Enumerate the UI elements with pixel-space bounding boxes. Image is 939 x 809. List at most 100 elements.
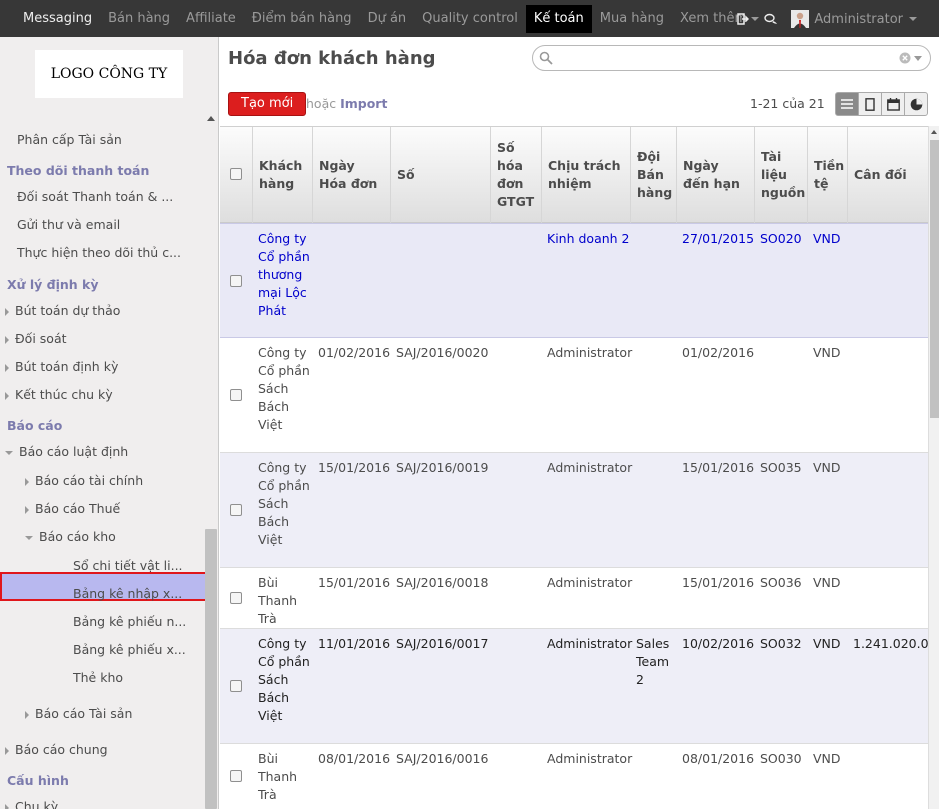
- sidebar-item-11[interactable]: Báo cáo luật định: [5, 444, 128, 459]
- column-header-9[interactable]: Cân đối: [847, 127, 928, 223]
- menu-item-0[interactable]: Messaging: [15, 5, 100, 33]
- caret-right-icon[interactable]: [5, 363, 9, 372]
- cell-7: SO020: [760, 231, 802, 246]
- sidebar-item-18[interactable]: Bảng kê phiếu x...: [73, 642, 186, 657]
- table-row[interactable]: Bùi Thanh Trà 08/01/2016 SAJ/2016/0016 Admi…: [220, 744, 928, 809]
- sidebar-item-label: Đối soát Thanh toán & ...: [17, 189, 174, 204]
- menu-item-1[interactable]: Bán hàng: [100, 5, 178, 33]
- table-row[interactable]: Công ty Cổ phần thương mại Lộc Phát Kinh …: [220, 223, 928, 338]
- column-header-6[interactable]: Ngày đến hạn: [676, 127, 754, 223]
- calendar-view-icon[interactable]: [881, 92, 905, 116]
- cell-7: SO035: [760, 460, 802, 475]
- create-button[interactable]: Tạo mới: [228, 92, 307, 116]
- sidebar-item-9[interactable]: Kết thúc chu kỳ: [5, 387, 113, 402]
- sidebar-item-8[interactable]: Bút toán định kỳ: [5, 359, 118, 374]
- cell-2: SAJ/2016/0018: [396, 575, 489, 590]
- sidebar-item-label: Xử lý định kỳ: [7, 277, 99, 292]
- sidebar-scrollbar[interactable]: [205, 529, 217, 809]
- row-checkbox[interactable]: [230, 504, 242, 516]
- cell-8: VND: [813, 751, 841, 766]
- row-checkbox[interactable]: [230, 389, 242, 401]
- or-label: hoặc: [306, 96, 337, 111]
- table-row[interactable]: Công ty Cổ phần Sách Bách Việt 01/02/2016…: [220, 338, 928, 453]
- search-input[interactable]: [557, 49, 887, 67]
- row-checkbox[interactable]: [230, 275, 242, 287]
- sidebar-item-14[interactable]: Báo cáo kho: [25, 529, 116, 544]
- sidebar-item-16[interactable]: Bảng kê nhập x...: [73, 586, 182, 601]
- column-header-5[interactable]: Đội Bán hàng: [630, 127, 676, 223]
- graph-view-icon[interactable]: [904, 92, 928, 116]
- menu-item-4[interactable]: Dự án: [360, 5, 415, 33]
- cell-6: 27/01/2015: [682, 231, 755, 246]
- scroll-up-icon[interactable]: [931, 130, 937, 134]
- chat-icon[interactable]: [757, 5, 785, 33]
- column-header-1[interactable]: Ngày Hóa đơn: [312, 127, 390, 223]
- menu-item-6[interactable]: Kế toán: [525, 5, 592, 33]
- caret-down-icon[interactable]: [5, 450, 13, 455]
- caret-right-icon[interactable]: [5, 391, 9, 400]
- column-header-label: Đội Bán hàng: [637, 149, 673, 200]
- menu-item-5[interactable]: Quality control: [414, 5, 526, 33]
- sidebar-item-6[interactable]: Bút toán dự thảo: [5, 303, 120, 318]
- table-row[interactable]: Công ty Cổ phần Sách Bách Việt 11/01/2016…: [220, 629, 928, 744]
- sidebar-item-0[interactable]: Phân cấp Tài sản: [17, 132, 122, 147]
- menu-item-3[interactable]: Điểm bán hàng: [244, 5, 360, 33]
- table-scroll-thumb[interactable]: [930, 140, 939, 418]
- form-view-icon[interactable]: [858, 92, 882, 116]
- table-row[interactable]: Công ty Cổ phần Sách Bách Việt 15/01/2016…: [220, 453, 928, 568]
- menu-item-2[interactable]: Affiliate: [178, 5, 244, 33]
- cell-7: SO030: [760, 751, 802, 766]
- column-header-label: Chịu trách nhiệm: [548, 158, 621, 191]
- sidebar-item-label: Báo cáo Tài sản: [35, 706, 133, 721]
- search-box[interactable]: [532, 45, 931, 71]
- select-all-checkbox[interactable]: [230, 168, 242, 180]
- sidebar-item-2[interactable]: Đối soát Thanh toán & ...: [17, 189, 173, 204]
- column-header-label: Ngày Hóa đơn: [319, 158, 378, 191]
- sidebar-item-13[interactable]: Báo cáo Thuế: [25, 501, 120, 516]
- caret-right-icon[interactable]: [5, 746, 9, 755]
- menu-item-7[interactable]: Mua hàng: [592, 5, 672, 33]
- import-link[interactable]: Import: [340, 96, 387, 111]
- row-checkbox[interactable]: [230, 592, 242, 604]
- column-header-2[interactable]: Số: [390, 127, 490, 223]
- caret-right-icon[interactable]: [25, 505, 29, 514]
- row-checkbox[interactable]: [230, 770, 242, 782]
- column-header-0[interactable]: Khách hàng: [252, 127, 312, 223]
- clear-icon[interactable]: [899, 52, 911, 64]
- search-dropdown-icon[interactable]: [914, 56, 922, 61]
- user-menu[interactable]: Administrator: [785, 10, 939, 28]
- row-checkbox[interactable]: [230, 680, 242, 692]
- sidebar-item-17[interactable]: Bảng kê phiếu n...: [73, 614, 186, 629]
- sidebar-item-label: Báo cáo kho: [39, 529, 116, 544]
- sidebar-item-3[interactable]: Gửi thư và email: [17, 217, 120, 232]
- caret-right-icon[interactable]: [25, 477, 29, 486]
- sidebar-item-label: Theo dõi thanh toán: [7, 163, 150, 178]
- cell-6: 01/02/2016: [682, 345, 755, 360]
- logout-icon[interactable]: [729, 5, 757, 33]
- main-content: Hóa đơn khách hàng Tạo mới hoặc Import 1…: [220, 37, 939, 809]
- caret-right-icon[interactable]: [25, 710, 29, 719]
- column-header-3[interactable]: Số hóa đơn GTGT: [490, 127, 541, 223]
- sidebar-item-4[interactable]: Thực hiện theo dõi thủ c...: [17, 245, 181, 260]
- pager-value[interactable]: 1-21 của 21: [750, 96, 825, 111]
- caret-right-icon[interactable]: [5, 803, 9, 809]
- sidebar-item-19[interactable]: Thẻ kho: [73, 670, 123, 685]
- caret-down-icon[interactable]: [25, 535, 33, 540]
- caret-right-icon[interactable]: [5, 307, 9, 316]
- table-row[interactable]: Bùi Thanh Trà 15/01/2016 SAJ/2016/0018 Admi…: [220, 568, 928, 629]
- column-header-7[interactable]: Tài liệu nguồn: [754, 127, 807, 223]
- sidebar-item-20[interactable]: Báo cáo Tài sản: [25, 706, 132, 721]
- sidebar-item-label: Đối soát: [15, 331, 67, 346]
- caret-right-icon[interactable]: [5, 335, 9, 344]
- list-view-icon[interactable]: [835, 92, 859, 116]
- sidebar-item-23[interactable]: Chu kỳ: [5, 799, 58, 809]
- menu-item-label: Bán hàng: [108, 11, 171, 26]
- sidebar-item-7[interactable]: Đối soát: [5, 331, 67, 346]
- table-scrollbar[interactable]: [928, 126, 939, 809]
- column-header-4[interactable]: Chịu trách nhiệm: [541, 127, 630, 223]
- sidebar-item-12[interactable]: Báo cáo tài chính: [25, 473, 143, 488]
- column-header-8[interactable]: Tiền tệ: [807, 127, 847, 223]
- sidebar-scroll-up-icon[interactable]: [207, 116, 215, 121]
- sidebar-item-15[interactable]: Sổ chi tiết vật li...: [73, 558, 183, 573]
- sidebar-item-21[interactable]: Báo cáo chung: [5, 742, 108, 757]
